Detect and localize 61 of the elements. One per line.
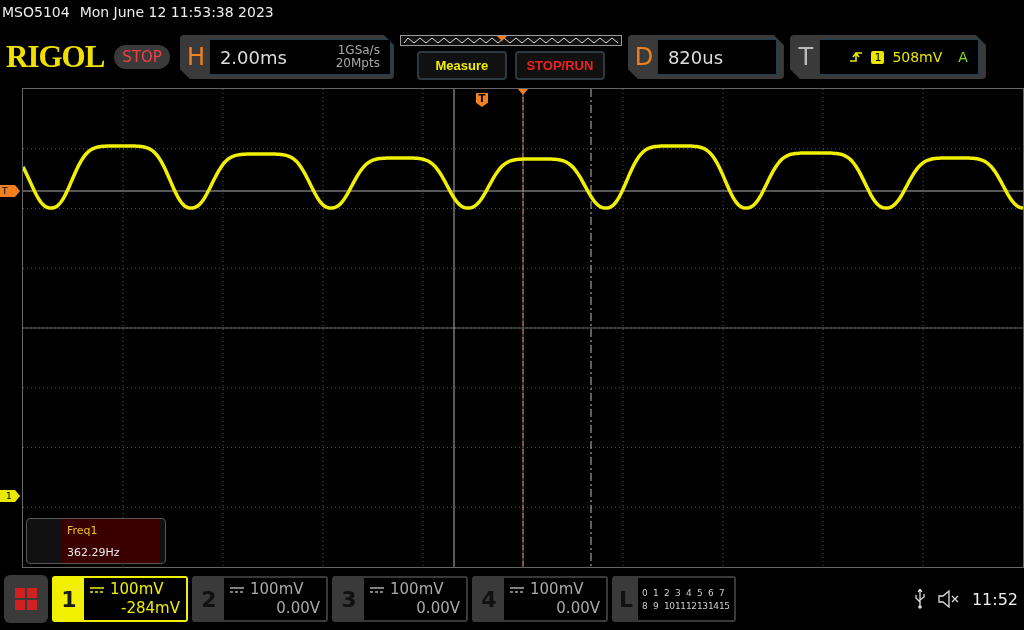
menu-button[interactable] [4,575,48,623]
speaker-muted-icon [937,590,960,608]
channel-offset: 0.00V [276,599,320,618]
channel-scale: 100mV [530,580,584,599]
delay-panel[interactable]: D 820us [627,35,784,79]
digital-channel-number: 4 [686,587,693,598]
usb-icon [913,589,926,609]
delay-value: 820us [667,46,724,68]
channel-offset: -284mV [121,599,180,618]
grid-menu-icon [15,588,37,610]
memory-depth: 20Mpts [335,57,380,70]
digital-channel-number: 0 [642,587,649,598]
channel-scale: 100mV [110,580,164,599]
digital-channel-number: 8 [642,600,649,611]
model-name: MSO5104 [2,4,70,22]
digital-channel-number: 2 [664,587,671,598]
delay-label: D [633,43,655,71]
delay-marker-icon [518,89,528,95]
digital-channel-number: 7 [719,587,726,598]
measurement-value: 362.29Hz [67,545,121,559]
digital-channel-number: 12 [686,600,697,611]
trigger-source-badge: 1 [871,50,885,64]
horizontal-panel[interactable]: H 2.00ms 1GSa/s 20Mpts [179,35,394,79]
brand-logo: RIGOL [6,39,105,75]
clock-time: 11:52 [971,589,1018,609]
trigger-level: 508mV [892,49,943,65]
trigger-position-marker[interactable]: T [476,93,488,107]
horizontal-label: H [185,43,206,71]
digital-channel-number: 13 [697,600,708,611]
rising-edge-icon [849,50,864,64]
digital-channel-number: 11 [675,600,686,611]
measurement-name: Freq1 [67,523,99,537]
channel-number: 1 [60,585,78,614]
trigger-level-marker[interactable]: T [0,185,20,197]
dc-coupling-icon [230,586,244,593]
digital-channel-number: 5 [697,587,704,598]
run-state-badge: STOP [114,45,170,69]
digital-channel-number: 6 [708,587,715,598]
digital-channel-number: 1 [653,587,660,598]
channel-tab[interactable]: 1 100mV -284mV [52,576,188,622]
channel-scale: 100mV [390,580,444,599]
date-time: Mon June 12 11:53:38 2023 [79,4,274,22]
channel-marker[interactable]: 1 [0,490,20,502]
channel-offset: 0.00V [556,599,600,618]
dc-coupling-icon [370,586,384,593]
digital-channel-number: 9 [653,600,660,611]
digital-channel-number: 3 [675,587,682,598]
digital-channel-number: 14 [708,600,719,611]
trigger-panel[interactable]: T 1 508mV A [789,35,986,79]
sample-rate: 1GSa/s [337,44,380,57]
trigger-label: T [797,43,815,71]
dc-coupling-icon [90,586,104,593]
measure-button[interactable]: Measure [416,50,507,80]
stop-run-button[interactable]: STOP/RUN [514,50,605,80]
channel-offset: 0.00V [416,599,460,618]
digital-channel-number: 15 [719,600,730,611]
dc-coupling-icon [510,586,524,593]
channel-scale: 100mV [250,580,304,599]
digital-channel-number: 10 [664,600,675,611]
timebase-value: 2.00ms [219,46,287,68]
trigger-mode: A [958,49,968,65]
